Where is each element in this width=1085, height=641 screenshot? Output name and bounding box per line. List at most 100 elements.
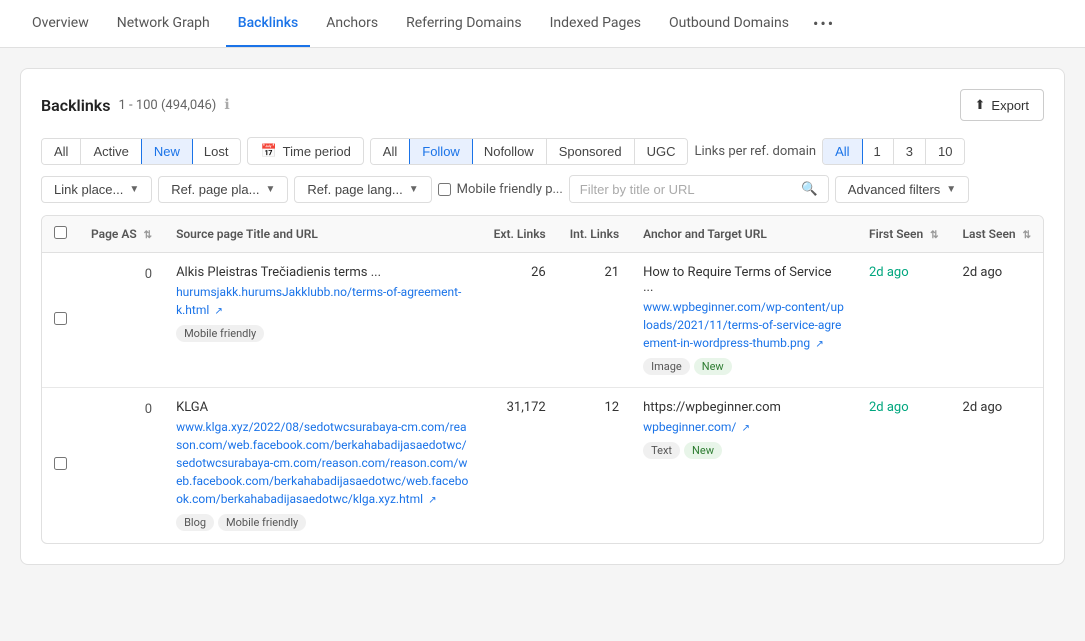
search-icon: 🔍: [801, 181, 818, 196]
row-1-anchor-url[interactable]: www.wpbeginner.com/wp-content/uploads/20…: [643, 300, 844, 350]
page-as-sort-icon[interactable]: ⇅: [144, 230, 152, 241]
row-2-anchor-tag-text: Text: [643, 442, 680, 459]
row-1-ext-links: 26: [482, 253, 558, 388]
row-1-int-links: 21: [558, 253, 631, 388]
row-2-first-seen-link[interactable]: 2d ago: [869, 400, 909, 415]
card-title: Backlinks: [41, 96, 110, 115]
card-header: Backlinks 1 - 100 (494,046) ℹ ⬆ Export: [41, 89, 1044, 121]
row-1-page-as: 0: [79, 253, 164, 388]
row-2-last-seen: 2d ago: [951, 388, 1043, 544]
time-period-button[interactable]: 📅 Time period: [247, 137, 363, 165]
row-1-last-seen-text: 2d ago: [963, 265, 1003, 280]
info-icon[interactable]: ℹ: [224, 97, 229, 113]
nav-more-button[interactable]: •••: [805, 0, 843, 47]
th-anchor-label: Anchor and Target URL: [643, 227, 767, 241]
ref-page-place-label: Ref. page pla...: [171, 182, 259, 197]
row-2-checkbox-cell: [42, 388, 79, 544]
nav-item-outbound-domains[interactable]: Outbound Domains: [657, 1, 801, 47]
follow-filter-sponsored[interactable]: Sponsored: [547, 139, 635, 164]
advanced-filters-arrow-icon: ▼: [946, 184, 956, 195]
row-1-first-seen-link[interactable]: 2d ago: [869, 265, 909, 280]
backlinks-table: Page AS ⇅ Source page Title and URL Ext.…: [42, 216, 1043, 543]
row-2-tag-blog: Blog: [176, 514, 214, 531]
advanced-filters-button[interactable]: Advanced filters ▼: [835, 176, 969, 203]
mobile-friendly-checkbox[interactable]: [438, 183, 451, 196]
type-filter-lost[interactable]: Lost: [192, 139, 241, 164]
backlinks-card: Backlinks 1 - 100 (494,046) ℹ ⬆ Export A…: [20, 68, 1065, 565]
link-place-label: Link place...: [54, 182, 123, 197]
follow-filter-group: All Follow Nofollow Sponsored UGC: [370, 138, 689, 165]
row-2-tags: Blog Mobile friendly: [176, 514, 470, 531]
nav-item-overview[interactable]: Overview: [20, 1, 101, 47]
nav-item-indexed-pages[interactable]: Indexed Pages: [538, 1, 653, 47]
row-2-url[interactable]: www.klga.xyz/2022/08/sedotwcsurabaya-cm.…: [176, 420, 468, 506]
calendar-icon: 📅: [260, 143, 276, 159]
links-per-all[interactable]: All: [822, 138, 862, 165]
nav-item-network-graph[interactable]: Network Graph: [105, 1, 222, 47]
time-period-label: Time period: [283, 144, 351, 159]
row-2-tag-mobile: Mobile friendly: [218, 514, 306, 531]
card-title-row: Backlinks 1 - 100 (494,046) ℹ: [41, 96, 230, 115]
type-filter-new[interactable]: New: [141, 138, 193, 165]
table-header: Page AS ⇅ Source page Title and URL Ext.…: [42, 216, 1043, 253]
row-2-anchor: https://wpbeginner.com wpbeginner.com/ ↗…: [631, 388, 857, 544]
search-input[interactable]: [570, 177, 791, 202]
th-checkbox: [42, 216, 79, 253]
ref-page-place-dropdown[interactable]: Ref. page pla... ▼: [158, 176, 288, 203]
filter-row-2: Link place... ▼ Ref. page pla... ▼ Ref. …: [41, 175, 1044, 203]
th-source-page: Source page Title and URL: [164, 216, 482, 253]
main-content: Backlinks 1 - 100 (494,046) ℹ ⬆ Export A…: [0, 48, 1085, 585]
mobile-friendly-label[interactable]: Mobile friendly p...: [438, 182, 563, 197]
select-all-checkbox[interactable]: [54, 226, 67, 239]
type-filter-all[interactable]: All: [42, 139, 81, 164]
type-filter-group: All Active New Lost: [41, 138, 241, 165]
row-2-checkbox[interactable]: [54, 457, 67, 470]
row-1-source-page: Alkis Pleistras Trečiadienis terms ... h…: [164, 253, 482, 388]
row-2-anchor-title: https://wpbeginner.com: [643, 400, 845, 415]
links-per-3[interactable]: 3: [894, 139, 926, 164]
row-1-anchor-tag-new: New: [694, 358, 732, 375]
link-place-dropdown[interactable]: Link place... ▼: [41, 176, 152, 203]
card-count: 1 - 100 (494,046): [118, 98, 216, 113]
export-button[interactable]: ⬆ Export: [960, 89, 1044, 121]
links-per-10[interactable]: 10: [926, 139, 964, 164]
table-row: 0 KLGA www.klga.xyz/2022/08/sedotwcsurab…: [42, 388, 1043, 544]
nav-item-backlinks[interactable]: Backlinks: [226, 1, 310, 47]
last-seen-sort-icon[interactable]: ⇅: [1023, 230, 1031, 241]
nav-item-referring-domains[interactable]: Referring Domains: [394, 1, 534, 47]
row-1-checkbox[interactable]: [54, 312, 67, 325]
row-1-anchor-tags: Image New: [643, 358, 845, 375]
row-2-ext-links: 31,172: [482, 388, 558, 544]
search-icon-button[interactable]: 🔍: [791, 176, 828, 202]
row-2-ext-link-icon: ↗: [428, 495, 436, 506]
row-1-ext-link-icon: ↗: [215, 306, 223, 317]
th-int-links: Int. Links: [558, 216, 631, 253]
links-per-group: All 1 3 10: [822, 138, 965, 165]
links-per-label: Links per ref. domain: [694, 144, 816, 159]
th-first-seen-label: First Seen: [869, 227, 923, 241]
follow-filter-ugc[interactable]: UGC: [635, 139, 688, 164]
row-2-int-links: 12: [558, 388, 631, 544]
first-seen-sort-icon[interactable]: ⇅: [930, 230, 938, 241]
ref-page-lang-dropdown[interactable]: Ref. page lang... ▼: [294, 176, 431, 203]
links-per-1[interactable]: 1: [862, 139, 894, 164]
nav-item-anchors[interactable]: Anchors: [314, 1, 390, 47]
row-1-title: Alkis Pleistras Trečiadienis terms ...: [176, 265, 470, 280]
row-1-anchor-ext-link-icon: ↗: [815, 339, 823, 350]
search-box: 🔍: [569, 175, 829, 203]
row-1-first-seen: 2d ago: [857, 253, 951, 388]
mobile-friendly-text: Mobile friendly p...: [457, 182, 563, 197]
row-1-anchor-title: How to Require Terms of Service ...: [643, 265, 845, 295]
row-1-last-seen: 2d ago: [951, 253, 1043, 388]
follow-filter-nofollow[interactable]: Nofollow: [472, 139, 547, 164]
row-2-anchor-url[interactable]: wpbeginner.com/: [643, 420, 736, 434]
follow-filter-all[interactable]: All: [371, 139, 410, 164]
follow-filter-follow[interactable]: Follow: [409, 138, 473, 165]
row-2-anchor-tags: Text New: [643, 442, 845, 459]
type-filter-active[interactable]: Active: [81, 139, 141, 164]
th-ext-links-label: Ext. Links: [494, 227, 546, 241]
row-2-anchor-ext-link-icon: ↗: [742, 423, 750, 434]
th-first-seen: First Seen ⇅: [857, 216, 951, 253]
th-last-seen-label: Last Seen: [963, 227, 1016, 241]
row-1-tags: Mobile friendly: [176, 325, 470, 342]
